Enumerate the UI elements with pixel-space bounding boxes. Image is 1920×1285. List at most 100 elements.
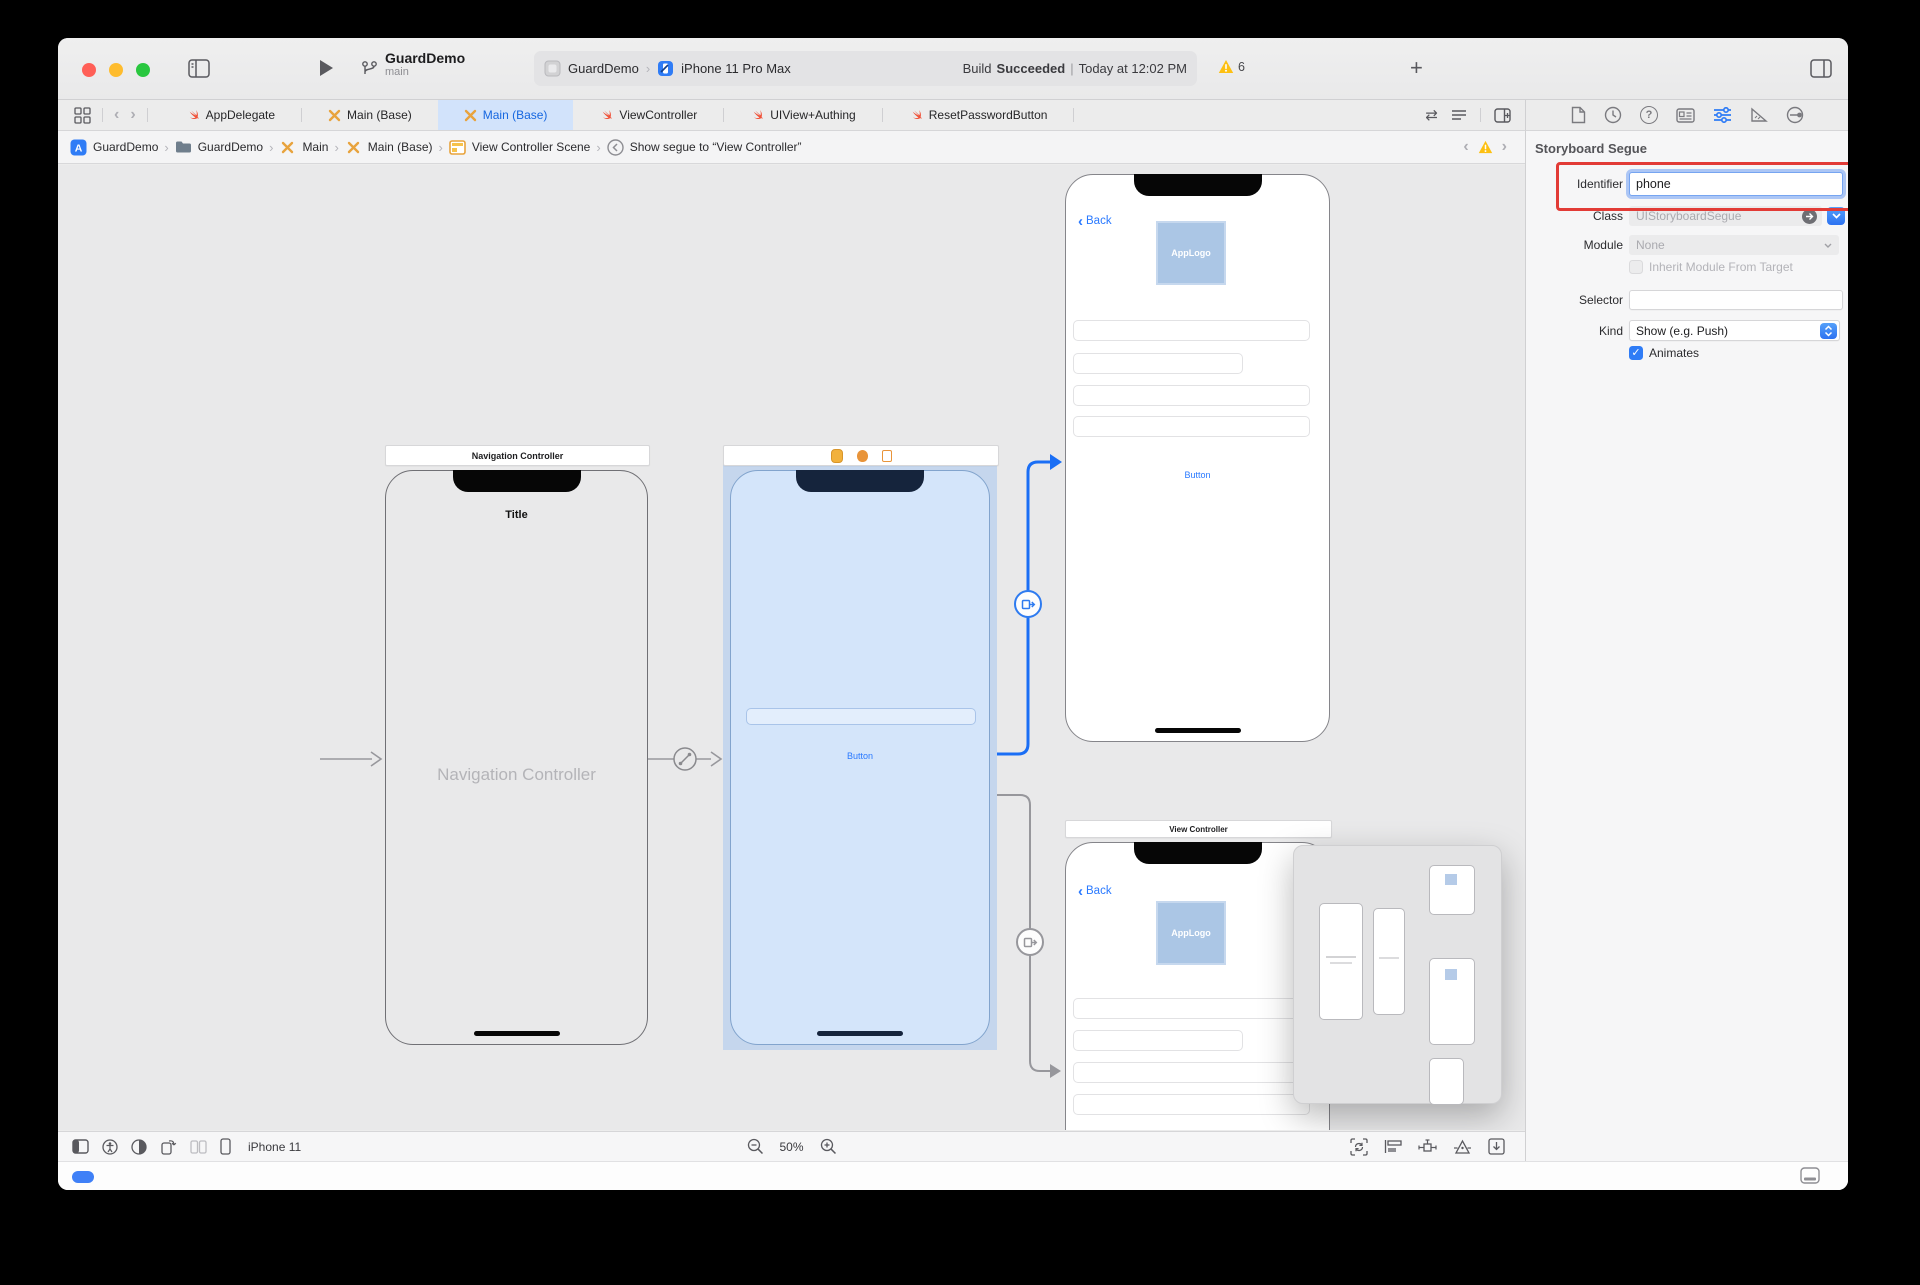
jump-item-group[interactable]: GuardDemo [198, 140, 263, 154]
hide-debug-area-icon[interactable] [1800, 1167, 1820, 1189]
button-view[interactable]: Button [731, 751, 989, 761]
adjust-editor-options-icon[interactable] [1451, 109, 1467, 122]
nav-controller-scene-header[interactable]: Navigation Controller [385, 445, 650, 466]
align-icon[interactable] [1384, 1139, 1402, 1154]
text-field[interactable] [1073, 320, 1310, 341]
text-field[interactable] [1073, 416, 1310, 437]
view-controller-dock-icon[interactable] [831, 449, 843, 463]
back-button[interactable]: ‹ Back [1078, 215, 1112, 227]
tab-label: ResetPasswordButton [929, 108, 1048, 122]
quick-help-inspector-icon[interactable]: ? [1640, 106, 1658, 124]
text-field[interactable] [1073, 385, 1310, 406]
file-inspector-icon[interactable] [1571, 106, 1586, 124]
tab-main-base-2-active[interactable]: Main (Base) [438, 100, 574, 130]
history-inspector-icon[interactable] [1604, 106, 1622, 124]
first-responder-dock-icon[interactable] [857, 450, 868, 462]
connections-inspector-icon[interactable] [1786, 106, 1804, 124]
code-review-icon[interactable]: ⇄ [1425, 106, 1438, 124]
button-view[interactable]: Button [1066, 470, 1329, 480]
new-tab-button[interactable]: + [1410, 55, 1423, 81]
breakpoints-toggle[interactable] [72, 1171, 94, 1183]
identifier-field[interactable] [1629, 172, 1843, 196]
storyboard-canvas[interactable]: ‹ Back AppLogo Button Navigation Control… [58, 165, 1525, 1130]
embed-in-icon[interactable] [1488, 1138, 1505, 1155]
appearance-contrast-icon[interactable] [131, 1139, 147, 1155]
app-logo-view[interactable]: AppLogo [1156, 221, 1226, 285]
storyboard-file-icon [464, 109, 477, 122]
device-label[interactable]: iPhone 11 [248, 1140, 301, 1154]
jump-item-scene[interactable]: View Controller Scene [472, 140, 591, 154]
navigator-sidebar-toggle-icon[interactable] [188, 59, 210, 83]
navigation-controller[interactable]: Title Navigation Controller [385, 470, 648, 1045]
show-segue-badge-selected[interactable] [1014, 590, 1042, 618]
bottom-view-controller[interactable]: ‹ Back AppLogo [1065, 842, 1330, 1130]
login-view-controller-selected[interactable]: Button [730, 470, 990, 1045]
animates-checkbox[interactable]: ✓ [1629, 346, 1643, 360]
text-field[interactable] [1073, 353, 1243, 374]
jump-item-segue[interactable]: Show segue to “View Controller” [630, 140, 802, 154]
next-issue-button[interactable]: › [1502, 139, 1507, 155]
text-field[interactable] [1073, 1094, 1310, 1115]
resolve-autolayout-icon[interactable] [1453, 1139, 1472, 1155]
text-field[interactable] [1073, 1030, 1243, 1051]
device-icon[interactable] [220, 1138, 231, 1155]
detail-view-controller[interactable]: ‹ Back AppLogo Button [1065, 174, 1330, 742]
storyboard-minimap[interactable] [1293, 845, 1502, 1104]
exit-dock-icon[interactable] [882, 450, 892, 462]
text-field[interactable] [1073, 1062, 1310, 1083]
add-editor-icon[interactable] [1494, 108, 1511, 123]
go-back-button[interactable]: ‹ [114, 107, 119, 123]
minimize-window-button[interactable] [109, 63, 123, 77]
tab-appdelegate[interactable]: AppDelegate [160, 100, 301, 130]
tab-main-base-1[interactable]: Main (Base) [302, 100, 438, 130]
kind-popup[interactable]: Show (e.g. Push) [1629, 320, 1840, 341]
tab-resetpasswordbutton[interactable]: ResetPasswordButton [883, 100, 1074, 130]
back-button[interactable]: ‹ Back [1078, 885, 1112, 897]
zoom-window-button[interactable] [136, 63, 150, 77]
zoom-out-icon[interactable] [746, 1138, 763, 1155]
scene-dock-toggle-icon[interactable] [72, 1139, 89, 1154]
jump-bar: A GuardDemo › GuardDemo › Main › Main (B… [58, 131, 1525, 164]
go-forward-button[interactable]: › [130, 107, 135, 123]
module-field[interactable]: None [1629, 235, 1839, 255]
tab-viewcontroller[interactable]: ViewController [573, 100, 723, 130]
accessibility-icon[interactable] [102, 1139, 118, 1155]
jump-item-main[interactable]: Main [302, 140, 328, 154]
scheme-selector[interactable]: GuardDemo › iPhone 11 Pro Max Build Succ… [534, 51, 1197, 86]
class-field[interactable]: UIStoryboardSegue [1629, 206, 1822, 226]
text-field[interactable] [1073, 998, 1310, 1019]
issue-navigation: ‹ › [1463, 139, 1513, 155]
zoom-level[interactable]: 50% [779, 1140, 803, 1154]
related-items-icon[interactable] [74, 107, 91, 124]
show-segue-badge[interactable] [1016, 928, 1044, 956]
text-field[interactable] [746, 708, 976, 725]
update-frames-icon[interactable] [1350, 1138, 1368, 1156]
identity-inspector-icon[interactable] [1676, 108, 1695, 123]
tab-uiview-authing[interactable]: UIView+Authing [724, 100, 882, 130]
size-inspector-icon[interactable] [1750, 107, 1768, 123]
question-glyph: ? [1646, 109, 1653, 121]
zoom-in-icon[interactable] [820, 1138, 837, 1155]
class-navigate-arrow-icon[interactable] [1802, 209, 1817, 224]
class-dropdown-button[interactable] [1827, 207, 1845, 225]
jump-item-project[interactable]: GuardDemo [93, 140, 158, 154]
close-window-button[interactable] [82, 63, 96, 77]
run-button[interactable] [318, 59, 334, 82]
add-constraints-icon[interactable] [1418, 1139, 1437, 1155]
project-title-block[interactable]: GuardDemo main [385, 51, 465, 79]
bottom-scene-header[interactable]: View Controller [1065, 820, 1332, 838]
previous-issue-button[interactable]: ‹ [1463, 139, 1468, 155]
inherit-module-checkbox[interactable] [1629, 260, 1643, 274]
app-logo-view[interactable]: AppLogo [1156, 901, 1226, 965]
orientation-rotate-icon[interactable] [160, 1138, 177, 1155]
attributes-inspector-icon[interactable] [1713, 107, 1732, 123]
warning-icon[interactable] [1478, 140, 1493, 154]
selected-scene-header[interactable] [723, 445, 999, 466]
storyboard-file-icon [279, 139, 296, 156]
jump-item-main-base[interactable]: Main (Base) [368, 140, 433, 154]
split-view-icon[interactable] [190, 1140, 207, 1154]
debug-bar [58, 1161, 1848, 1190]
warning-count-button[interactable]: 6 [1218, 59, 1245, 74]
selector-field[interactable] [1629, 290, 1843, 310]
inspector-sidebar-toggle-icon[interactable] [1810, 59, 1832, 83]
